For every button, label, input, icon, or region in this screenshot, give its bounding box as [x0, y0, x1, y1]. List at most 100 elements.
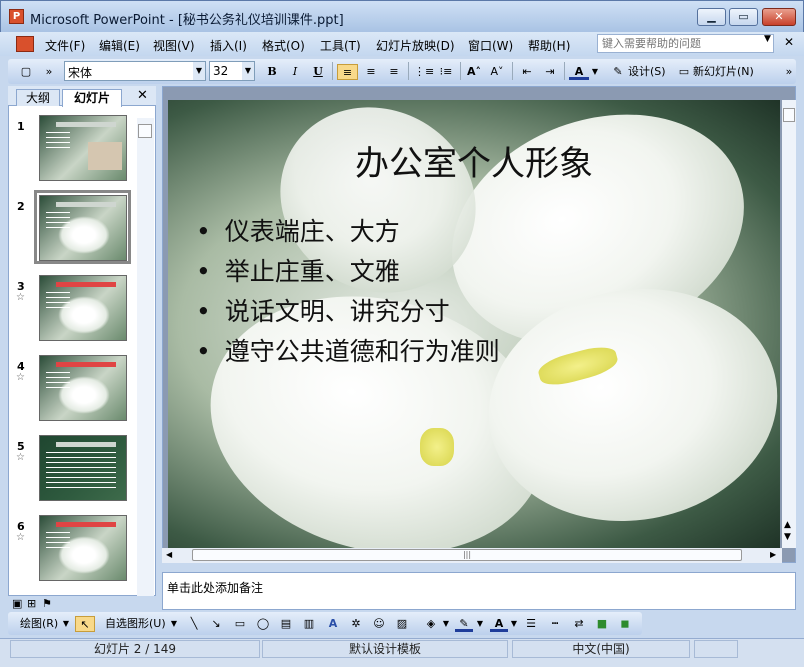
panel-close-icon[interactable]: ✕	[137, 88, 148, 103]
increase-indent-icon[interactable]: ⇥	[541, 64, 559, 80]
slide-thumbnail-5[interactable]	[39, 435, 127, 501]
close-button[interactable]: ✕	[762, 8, 796, 26]
design-button[interactable]: 设计(S)	[628, 64, 670, 80]
slide-thumbnail-6[interactable]	[39, 515, 127, 581]
tab-slides[interactable]: 幻灯片	[62, 89, 122, 107]
draw-font-color-icon[interactable]: A	[490, 616, 508, 632]
notes-pane[interactable]: 单击此处添加备注	[162, 572, 796, 610]
minimize-button[interactable]: ▁	[697, 8, 726, 26]
menu-slideshow[interactable]: 幻灯片放映(D)	[376, 37, 455, 54]
textbox-tool-icon[interactable]: ▤	[278, 616, 294, 632]
chevron-down-icon[interactable]: ▼	[476, 616, 484, 632]
slide-thumbnail-4[interactable]	[39, 355, 127, 421]
document-close-icon[interactable]: ✕	[784, 35, 794, 49]
decrease-font-icon[interactable]: A˅	[489, 64, 505, 80]
chevron-down-icon[interactable]: ▼	[510, 616, 518, 632]
chevron-down-icon[interactable]: ▼	[62, 616, 70, 632]
maximize-icon: ▭	[738, 10, 749, 23]
new-slide-icon: ▭	[678, 65, 690, 78]
italic-button[interactable]: I	[287, 64, 303, 80]
fill-color-icon[interactable]: ◈	[422, 616, 440, 632]
line-style-icon[interactable]: ☰	[522, 616, 540, 632]
numbered-list-icon[interactable]: ⋮≡	[414, 64, 434, 80]
arrow-tool-icon[interactable]: ↘	[208, 616, 224, 632]
new-document-icon[interactable]: ▢	[18, 64, 34, 80]
oval-tool-icon[interactable]: ◯	[254, 616, 272, 632]
toolbar-options-icon[interactable]: »	[784, 64, 794, 80]
font-color-dropdown-icon[interactable]: ▼	[590, 64, 600, 80]
horizontal-scrollbar-thumb[interactable]: |||	[192, 549, 742, 561]
menu-help[interactable]: 帮助(H)	[528, 37, 570, 54]
menu-file[interactable]: 文件(F)	[45, 37, 85, 54]
picture-icon[interactable]: ▨	[394, 616, 410, 632]
thumb-title	[56, 122, 116, 127]
thumb-title	[56, 362, 116, 367]
thumb-text	[46, 292, 70, 312]
prev-slide-icon[interactable]: ▲	[784, 520, 791, 530]
rectangle-tool-icon[interactable]: ▭	[231, 616, 249, 632]
increase-font-icon[interactable]: A˄	[466, 64, 482, 80]
align-left-icon[interactable]: ≡	[337, 64, 358, 80]
diagram-icon[interactable]: ✲	[348, 616, 364, 632]
align-center-icon[interactable]: ≡	[362, 64, 380, 80]
bullet-item: 遵守公共道德和行为准则	[196, 332, 500, 372]
slideshow-view-icon[interactable]: ⚑	[42, 597, 52, 610]
arrow-style-icon[interactable]: ⇄	[570, 616, 588, 632]
status-language: 中文(中国)	[512, 640, 690, 658]
underline-button[interactable]: U	[310, 64, 326, 80]
chevron-down-icon[interactable]: ▼	[170, 616, 178, 632]
menu-insert[interactable]: 插入(I)	[210, 37, 247, 54]
tab-outline[interactable]: 大纲	[16, 89, 60, 106]
next-slide-icon[interactable]: ▼	[784, 532, 791, 542]
vertical-textbox-icon[interactable]: ▥	[301, 616, 317, 632]
menu-edit[interactable]: 编辑(E)	[99, 37, 140, 54]
line-tool-icon[interactable]: ╲	[186, 616, 202, 632]
bold-button[interactable]: B	[264, 64, 280, 80]
dash-style-icon[interactable]: ┅	[546, 616, 564, 632]
3d-style-icon[interactable]: ◼	[617, 616, 633, 632]
help-search-input[interactable]	[598, 35, 773, 52]
thumb-title	[56, 282, 116, 287]
slide-thumbnail-3[interactable]	[39, 275, 127, 341]
slide-title[interactable]: 办公室个人形象	[168, 136, 780, 185]
bullet-item: 举止庄重、文雅	[196, 252, 500, 292]
slide-thumbnail-2[interactable]	[39, 195, 127, 261]
bulleted-list-icon[interactable]: ⁝≡	[437, 64, 455, 80]
slide-thumbnail-1[interactable]	[39, 115, 127, 181]
animation-star-icon: ☆	[16, 292, 25, 303]
select-pointer-icon[interactable]: ↖	[75, 616, 95, 632]
line-color-icon[interactable]: ✎	[455, 616, 473, 632]
menu-tools[interactable]: 工具(T)	[320, 37, 361, 54]
maximize-button[interactable]: ▭	[729, 8, 758, 26]
help-search-box[interactable]	[597, 34, 774, 53]
font-color-icon[interactable]: A	[569, 64, 589, 80]
toolbar-options-icon[interactable]: »	[44, 64, 54, 80]
document-menu-icon[interactable]	[16, 36, 34, 52]
menu-window[interactable]: 窗口(W)	[468, 37, 513, 54]
autoshapes-button[interactable]: 自选图形(U)	[105, 616, 179, 632]
shadow-style-icon[interactable]: ■	[594, 616, 610, 632]
menu-view[interactable]: 视图(V)	[153, 37, 195, 54]
panel-scrollbar[interactable]	[137, 118, 154, 596]
decrease-indent-icon[interactable]: ⇤	[518, 64, 536, 80]
font-size-select[interactable]: 32 ▼	[209, 61, 255, 81]
normal-view-icon[interactable]: ▣	[12, 597, 22, 610]
help-dropdown-icon[interactable]: ▼	[764, 34, 771, 44]
powerpoint-app-icon[interactable]: P	[9, 9, 24, 24]
scroll-left-icon[interactable]: ◀	[166, 550, 172, 559]
design-icon: ✎	[613, 65, 623, 78]
chevron-down-icon[interactable]: ▼	[442, 616, 450, 632]
panel-scrollbar-thumb[interactable]	[138, 124, 152, 138]
align-right-icon[interactable]: ≡	[385, 64, 403, 80]
slide-scrollbar-thumb[interactable]	[783, 108, 795, 122]
slide-bullet-list[interactable]: 仪表端庄、大方 举止庄重、文雅 说话文明、讲究分寸 遵守公共道德和行为准则	[196, 212, 500, 372]
font-name-select[interactable]: 宋体 ▼	[64, 61, 206, 81]
slide-canvas[interactable]: 办公室个人形象 仪表端庄、大方 举止庄重、文雅 说话文明、讲究分寸 遵守公共道德…	[168, 100, 780, 548]
clipart-icon[interactable]: ☺	[371, 616, 387, 632]
new-slide-button[interactable]: 新幻灯片(N)	[693, 64, 765, 80]
wordart-icon[interactable]: A	[325, 616, 341, 632]
menu-format[interactable]: 格式(O)	[262, 37, 305, 54]
slide-vertical-scrollbar[interactable]	[782, 100, 796, 548]
scroll-right-icon[interactable]: ▶	[770, 550, 776, 559]
slide-sorter-view-icon[interactable]: ⊞	[27, 597, 36, 610]
